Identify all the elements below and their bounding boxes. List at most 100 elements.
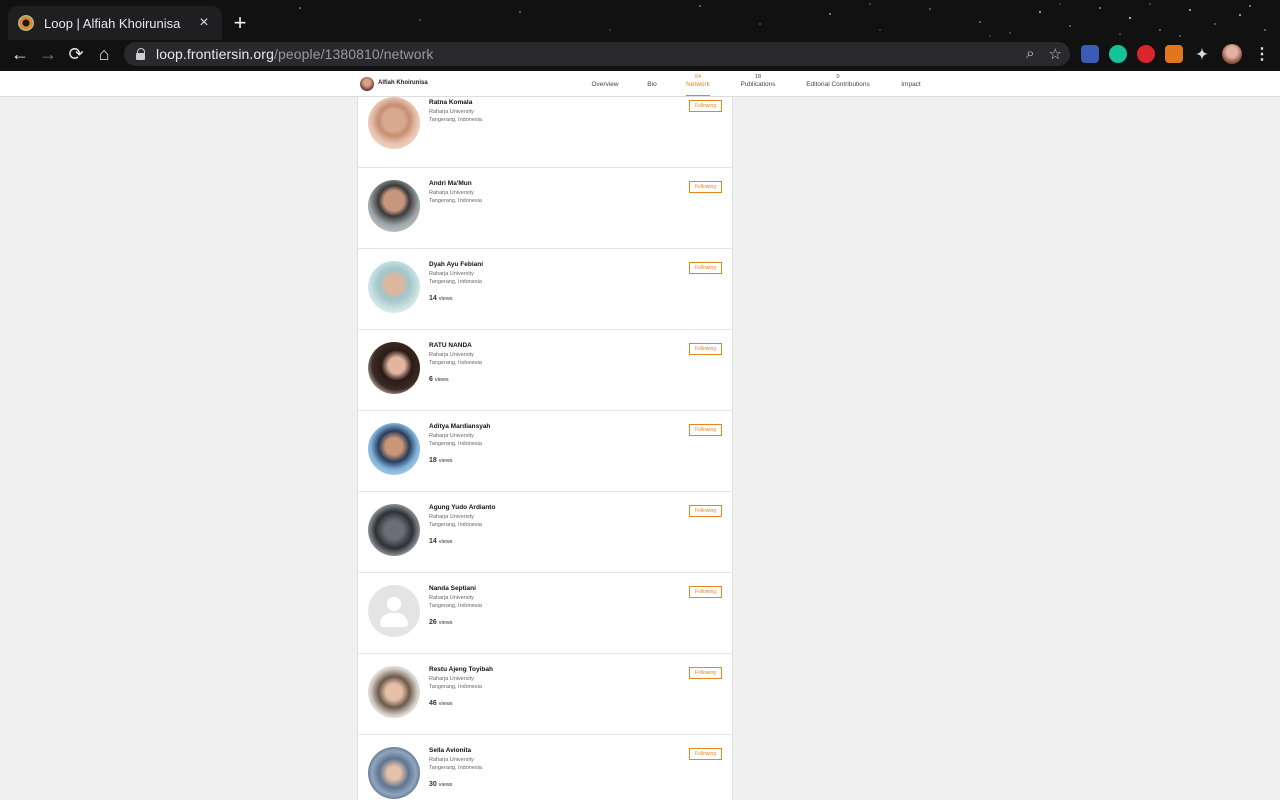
person-location: Tangerang, Indonesia [429,279,482,285]
avatar[interactable] [368,666,420,718]
views-label: views [434,377,449,383]
bookmark-star-icon[interactable]: ☆ [1049,45,1062,63]
view-count: 14 views [429,538,453,545]
avatar[interactable] [368,261,420,313]
tab-count [586,71,624,79]
list-item: Dyah Ayu Febiani Raharja University Tang… [358,249,732,330]
loop-favicon-icon [18,15,34,31]
person-name[interactable]: Andri Ma'Mun [429,180,472,187]
following-button[interactable]: Following [689,586,722,598]
grammarly-icon[interactable] [1109,45,1127,63]
browser-tab[interactable]: Loop | Alfiah Khoirunisa × [8,6,222,40]
person-location: Tangerang, Indonesia [429,360,482,366]
new-tab-button[interactable]: + [230,10,250,36]
profile-header: Alfiah Khoirunisa Overview Bio 54 Networ… [0,71,1280,97]
person-name[interactable]: Sella Avionita [429,747,471,754]
person-name[interactable]: RATU NANDA [429,342,472,349]
avatar[interactable] [360,77,374,91]
list-item: Nanda Septiani Raharja University Tanger… [358,573,732,654]
extensions-puzzle-icon[interactable]: ✦ [1193,45,1211,63]
active-tab-indicator [686,95,710,96]
tab-impact[interactable]: Impact [896,71,926,97]
tab-count: 54 [694,74,702,80]
following-button[interactable]: Following [689,181,722,193]
following-button[interactable]: Following [689,505,722,517]
tab-title: Loop | Alfiah Khoirunisa [44,15,181,31]
following-button[interactable]: Following [689,343,722,355]
view-count: 46 views [429,700,453,707]
list-item: RATU NANDA Raharja University Tangerang,… [358,330,732,411]
avatar[interactable] [368,342,420,394]
view-count: 14 views [429,295,453,302]
profile-avatar[interactable] [1222,44,1242,64]
browser-menu-icon[interactable]: ⋮ [1254,44,1270,64]
network-list: Ratna Komala Raharja University Tangeran… [357,97,733,800]
person-location: Tangerang, Indonesia [429,765,482,771]
tab-editorial-contributions[interactable]: 0 Editorial Contributions [800,71,876,97]
metamask-icon[interactable] [1165,45,1183,63]
person-name[interactable]: Ratna Komala [429,99,472,106]
tab-bio[interactable]: Bio [640,71,664,97]
extension-1-icon[interactable] [1081,45,1099,63]
reload-button[interactable]: ⟳ [64,41,88,67]
person-institution: Raharja University [429,514,474,520]
person-name[interactable]: Nanda Septiani [429,585,476,592]
person-institution: Raharja University [429,757,474,763]
tab-count [640,71,664,79]
view-count-number: 30 [429,781,437,788]
avatar[interactable] [368,97,420,149]
tab-label: Overview [591,81,619,88]
list-item: Ratna Komala Raharja University Tangeran… [358,97,732,168]
person-name[interactable]: Aditya Mardiansyah [429,423,490,430]
avatar[interactable] [368,180,420,232]
following-button[interactable]: Following [689,100,722,112]
view-count: 18 views [429,457,453,464]
person-location: Tangerang, Indonesia [429,603,482,609]
tab-label: Network [686,81,710,88]
back-button[interactable]: ← [8,41,32,67]
person-location: Tangerang, Indonesia [429,441,482,447]
person-name[interactable]: Dyah Ayu Febiani [429,261,483,268]
following-button[interactable]: Following [689,667,722,679]
tab-count: 18 [754,74,762,80]
following-button[interactable]: Following [689,262,722,274]
extension-red-icon[interactable] [1137,45,1155,63]
view-count: 26 views [429,619,453,626]
tab-count: 0 [836,74,840,80]
lock-icon [136,48,146,60]
url-path: /people/1380810/network [273,46,434,62]
home-button[interactable]: ⌂ [92,41,116,67]
person-institution: Raharja University [429,433,474,439]
tab-publications[interactable]: 18 Publications [734,71,782,97]
tab-overview[interactable]: Overview [586,71,624,97]
views-label: views [438,458,453,464]
view-count-number: 26 [429,619,437,626]
tab-network[interactable]: 54 Network [680,71,716,97]
avatar[interactable] [368,747,420,799]
view-count-number: 18 [429,457,437,464]
profile-name[interactable]: Alfiah Khoirunisa [378,80,428,86]
person-location: Tangerang, Indonesia [429,684,482,690]
tab-label: Editorial Contributions [806,81,870,88]
views-label: views [438,782,453,788]
list-item: Aditya Mardiansyah Raharja University Ta… [358,411,732,492]
views-label: views [438,296,453,302]
tab-label: Publications [740,81,776,88]
person-institution: Raharja University [429,595,474,601]
person-institution: Raharja University [429,190,474,196]
views-label: views [438,620,453,626]
default-avatar-icon[interactable] [368,585,420,637]
avatar[interactable] [368,423,420,475]
person-name[interactable]: Restu Ajeng Toyibah [429,666,493,673]
address-bar[interactable]: loop.frontiersin.org/people/1380810/netw… [124,42,1070,66]
close-icon[interactable]: × [196,14,212,32]
following-button[interactable]: Following [689,424,722,436]
person-name[interactable]: Agung Yudo Ardianto [429,504,495,511]
list-item: Andri Ma'Mun Raharja University Tangeran… [358,168,732,249]
person-institution: Raharja University [429,352,474,358]
zoom-icon[interactable]: ⌕ [1026,45,1034,63]
following-button[interactable]: Following [689,748,722,760]
forward-button[interactable]: → [36,41,60,67]
avatar[interactable] [368,504,420,556]
tab-count [896,71,926,79]
